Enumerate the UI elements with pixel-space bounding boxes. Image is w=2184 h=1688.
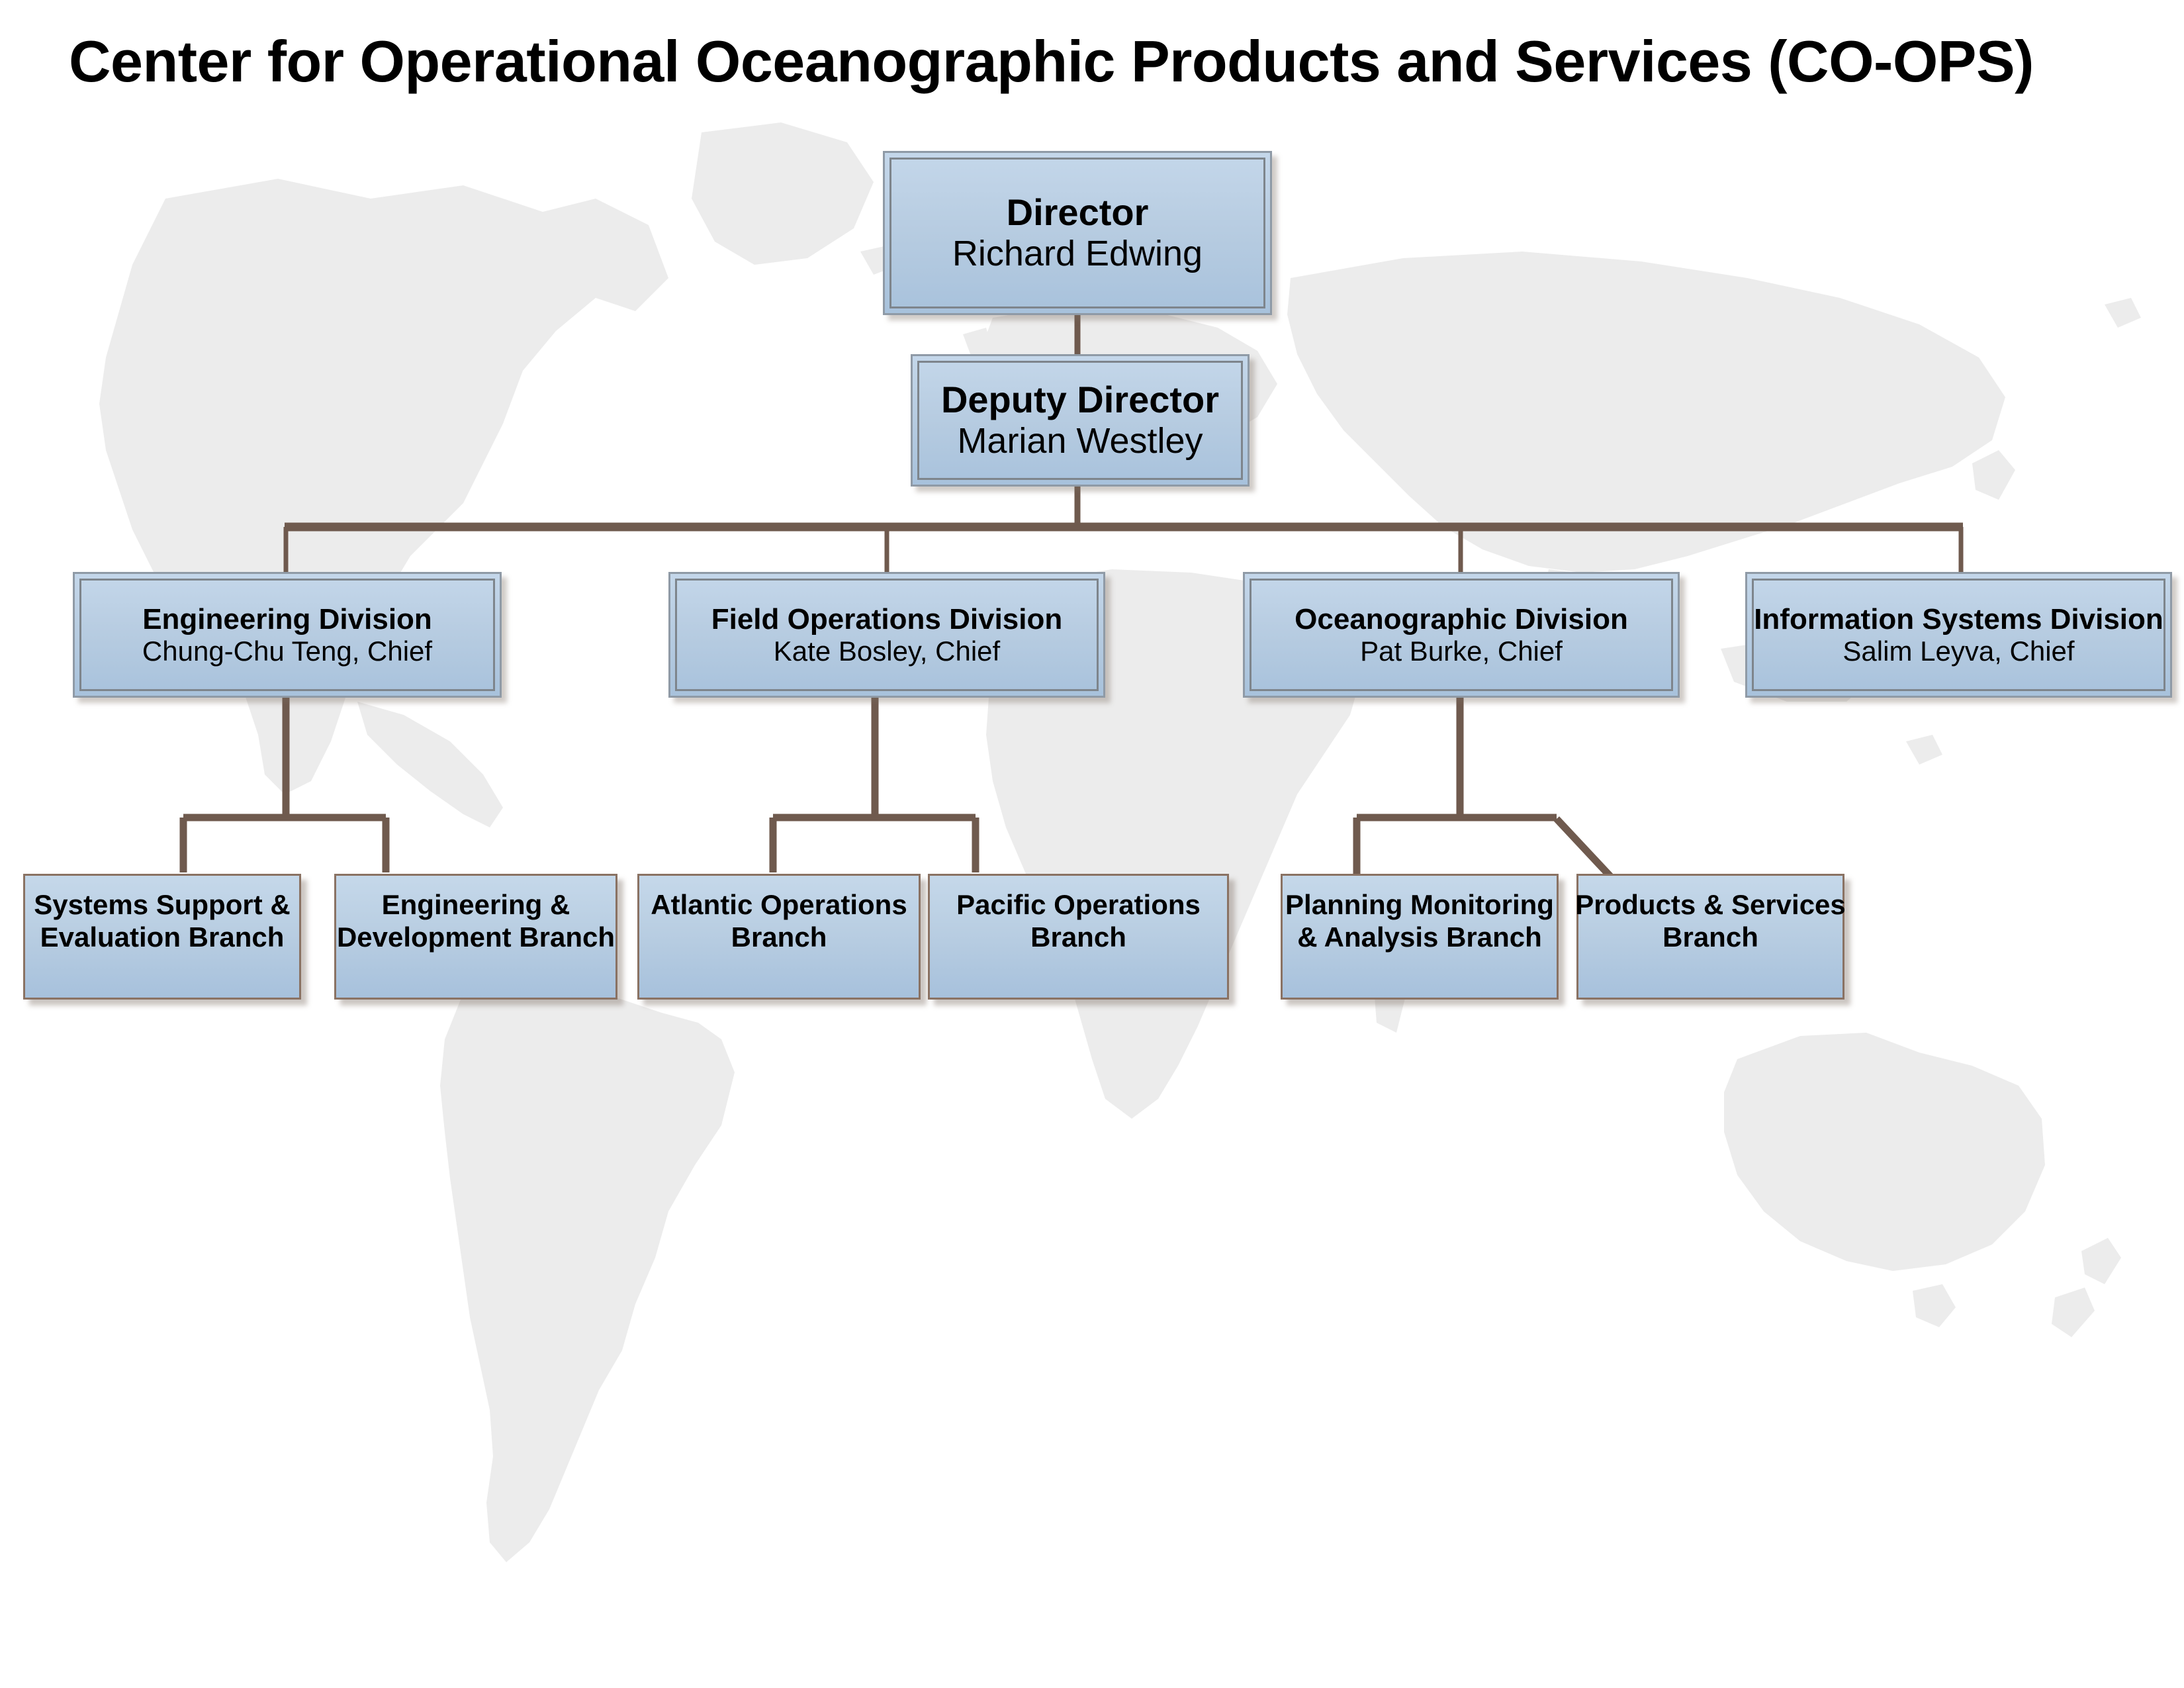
node-division-field-operations[interactable]: Field Operations Division Kate Bosley, C… <box>668 572 1105 698</box>
division-chief: Salim Leyva, Chief <box>1843 635 2075 667</box>
node-deputy-director-inner: Deputy Director Marian Westley <box>917 361 1243 480</box>
branch-label-line1: Pacific Operations <box>956 889 1201 920</box>
node-branch-products-services[interactable]: Products & Services Branch <box>1575 874 1846 1000</box>
node-division-field-operations-inner: Field Operations Division Kate Bosley, C… <box>675 579 1099 691</box>
node-branch-planning-monitoring-analysis[interactable]: Planning Monitoring & Analysis Branch <box>1281 874 1559 1000</box>
node-division-oceanographic[interactable]: Oceanographic Division Pat Burke, Chief <box>1243 572 1680 698</box>
node-branch-atlantic-operations[interactable]: Atlantic Operations Branch <box>637 874 921 1000</box>
node-branch-systems-support-evaluation[interactable]: Systems Support & Evaluation Branch <box>23 874 301 1000</box>
node-division-engineering[interactable]: Engineering Division Chung-Chu Teng, Chi… <box>73 572 502 698</box>
branch-label-line1: Planning Monitoring <box>1285 889 1554 920</box>
node-director-inner: Director Richard Edwing <box>889 158 1265 308</box>
node-director-role: Director <box>1006 191 1149 234</box>
division-name: Engineering Division <box>142 602 432 635</box>
node-branch-pacific-operations[interactable]: Pacific Operations Branch <box>928 874 1229 1000</box>
branch-label-line1: Atlantic Operations <box>651 889 907 920</box>
node-branch-engineering-development[interactable]: Engineering & Development Branch <box>334 874 617 1000</box>
division-name: Information Systems Division <box>1754 602 2163 635</box>
node-division-oceanographic-inner: Oceanographic Division Pat Burke, Chief <box>1250 579 1673 691</box>
node-deputy-director-name: Marian Westley <box>957 421 1203 461</box>
branch-label-line2: Branch <box>731 921 827 953</box>
branch-label-line2: Development Branch <box>336 921 615 953</box>
branch-label-line2: & Analysis Branch <box>1297 921 1542 953</box>
branch-label-line1: Engineering & <box>381 889 570 920</box>
branch-label-line2: Evaluation Branch <box>40 921 285 953</box>
node-division-information-systems-inner: Information Systems Division Salim Leyva… <box>1752 579 2165 691</box>
division-name: Oceanographic Division <box>1295 602 1628 635</box>
branch-label-line2: Branch <box>1662 921 1758 953</box>
node-director[interactable]: Director Richard Edwing <box>883 151 1272 315</box>
node-division-information-systems[interactable]: Information Systems Division Salim Leyva… <box>1745 572 2172 698</box>
division-chief: Chung-Chu Teng, Chief <box>142 635 433 667</box>
division-name: Field Operations Division <box>711 602 1063 635</box>
node-director-name: Richard Edwing <box>952 234 1203 274</box>
node-deputy-director[interactable]: Deputy Director Marian Westley <box>911 354 1250 487</box>
branch-label-line2: Branch <box>1030 921 1126 953</box>
branch-label-line1: Products & Services <box>1575 889 1846 920</box>
org-chart-slide: Center for Operational Oceanographic Pro… <box>0 0 2184 1688</box>
node-division-engineering-inner: Engineering Division Chung-Chu Teng, Chi… <box>79 579 495 691</box>
branch-label-line1: Systems Support & <box>34 889 291 920</box>
division-chief: Kate Bosley, Chief <box>773 635 1001 667</box>
division-chief: Pat Burke, Chief <box>1360 635 1563 667</box>
page-title: Center for Operational Oceanographic Pro… <box>69 28 2034 94</box>
node-deputy-director-role: Deputy Director <box>940 379 1220 421</box>
